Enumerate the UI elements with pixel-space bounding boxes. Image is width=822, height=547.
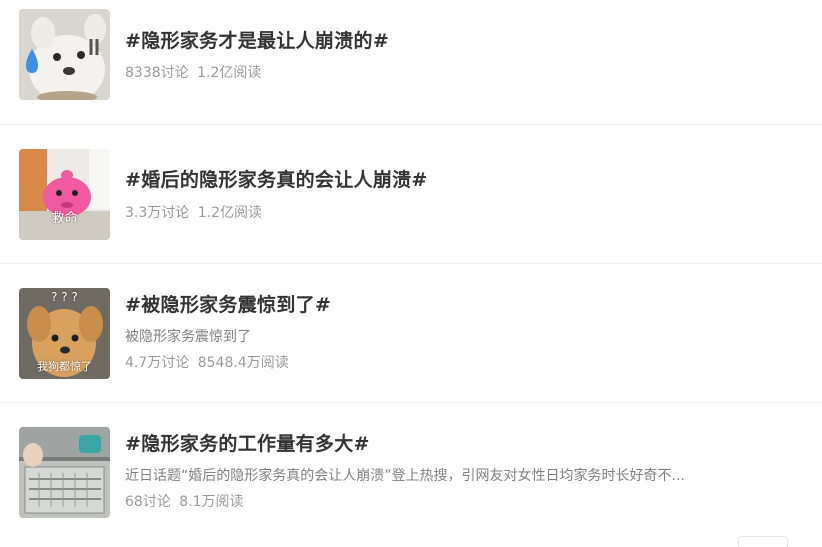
white-dog-sweat-icon[interactable] <box>19 9 110 100</box>
thumbnail-caption: 救命 <box>51 211 78 226</box>
discussion-count: 68讨论 <box>125 494 171 510</box>
discussion-count: 8338讨论 <box>125 65 189 81</box>
topic-title[interactable]: #被隐形家务震惊到了# <box>125 290 331 317</box>
read-count: 1.2亿阅读 <box>197 65 262 81</box>
topic-item[interactable]: 救命 #婚后的隐形家务真的会让人崩溃# 3.3万讨论 1.2亿阅读 <box>0 124 822 248</box>
topic-description: 被隐形家务震惊到了 <box>125 329 251 345</box>
discussion-count: 4.7万讨论 <box>125 355 190 371</box>
read-count: 8548.4万阅读 <box>197 355 289 371</box>
topic-title[interactable]: #隐形家务的工作量有多大# <box>125 429 370 456</box>
topic-list: #隐形家务才是最让人崩溃的# 8338讨论 1.2亿阅读 救命 #婚后的隐形家务… <box>0 0 822 547</box>
topic-description: 近日话题“婚后的隐形家务真的会让人崩溃”登上热搜，引网友对女性日均家务时长好奇不… <box>125 468 685 484</box>
topic-title[interactable]: #隐形家务才是最让人崩溃的# <box>125 26 389 53</box>
thumbnail-top-caption: ? ? ? <box>51 290 78 304</box>
read-count: 1.2亿阅读 <box>197 205 262 221</box>
topic-stats: 8338讨论 1.2亿阅读 <box>125 62 261 82</box>
kitchen-dishwasher-icon[interactable] <box>19 427 110 518</box>
topic-item[interactable]: #隐形家务的工作量有多大# 近日话题“婚后的隐形家务真的会让人崩溃”登上热搜，引… <box>0 402 822 526</box>
puppy-icon[interactable]: ? ? ? 我狗都惊了 <box>19 288 110 379</box>
read-count: 8.1万阅读 <box>179 494 244 510</box>
topic-title[interactable]: #婚后的隐形家务真的会让人崩溃# <box>125 165 428 192</box>
topic-stats: 3.3万讨论 1.2亿阅读 <box>125 202 262 222</box>
topic-item[interactable]: #隐形家务才是最让人崩溃的# 8338讨论 1.2亿阅读 <box>0 0 822 124</box>
topic-item[interactable]: ? ? ? 我狗都惊了 #被隐形家务震惊到了# 被隐形家务震惊到了 4.7万讨论… <box>0 263 822 387</box>
topic-stats: 68讨论 8.1万阅读 <box>125 491 244 511</box>
topic-stats: 4.7万讨论 8548.4万阅读 <box>125 352 289 372</box>
pink-creature-icon[interactable]: 救命 <box>19 149 110 240</box>
discussion-count: 3.3万讨论 <box>125 205 190 221</box>
thumbnail-caption: 我狗都惊了 <box>37 360 92 373</box>
